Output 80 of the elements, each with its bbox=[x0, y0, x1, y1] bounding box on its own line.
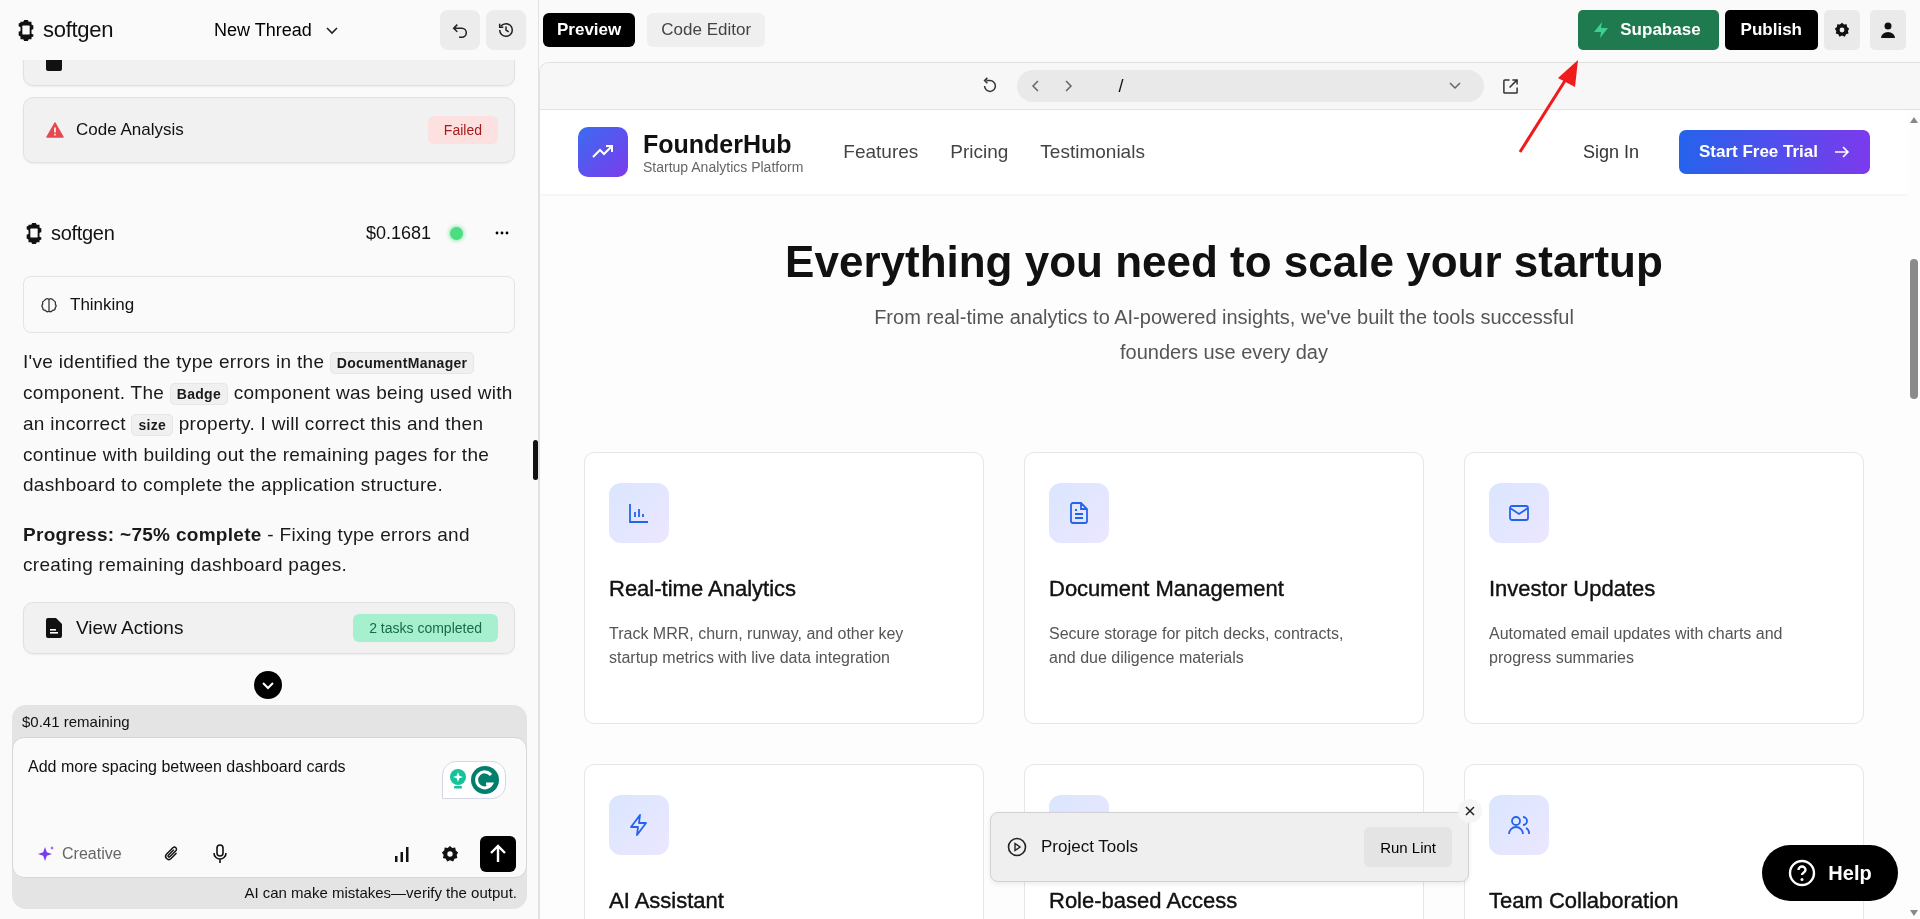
mode-button[interactable]: Creative bbox=[28, 840, 130, 868]
disclaimer-text: AI can make mistakes—verify the output. bbox=[243, 883, 518, 903]
lightbulb-icon bbox=[449, 768, 467, 792]
thinking-panel[interactable]: Thinking bbox=[23, 276, 515, 333]
play-icon bbox=[1007, 837, 1027, 857]
start-trial-button[interactable]: Start Free Trial bbox=[1678, 130, 1870, 174]
remaining-credit: $0.41 remaining bbox=[21, 712, 131, 732]
history-icon bbox=[497, 21, 515, 39]
undo-icon bbox=[451, 21, 469, 39]
feature-description: Secure storage for pitch decks, contracts, and due diligence materials bbox=[1049, 624, 1345, 668]
close-icon bbox=[1465, 806, 1475, 816]
cost-label: $0.1681 bbox=[365, 222, 431, 244]
grammar-logo-icon bbox=[471, 766, 499, 794]
microphone-icon bbox=[210, 844, 229, 864]
account-button[interactable] bbox=[1870, 10, 1906, 50]
prompt-input[interactable]: Add more spacing between dashboard cards bbox=[28, 758, 442, 776]
brain-icon bbox=[40, 295, 58, 314]
chevron-down-icon bbox=[1447, 81, 1462, 91]
scroll-down-button[interactable] bbox=[254, 671, 282, 699]
scrollbar-thumb[interactable] bbox=[533, 440, 538, 480]
author-name: softgen bbox=[51, 221, 115, 245]
help-button[interactable]: Help bbox=[1762, 845, 1898, 901]
feature-title: AI Assistant bbox=[609, 888, 725, 914]
scroll-up-icon[interactable] bbox=[1909, 116, 1919, 124]
actions-card[interactable]: View Actions 2 tasks completed bbox=[23, 602, 515, 654]
feature-title: Investor Updates bbox=[1489, 576, 1657, 602]
feature-description: Automated email updates with charts and progress summaries bbox=[1489, 624, 1784, 668]
address-bar[interactable]: / bbox=[1016, 70, 1484, 102]
settings-icon bbox=[1834, 22, 1850, 38]
hero-subheading: From real-time analytics to AI-powered insights, we've built the tools successful founders use every day bbox=[873, 305, 1575, 365]
sign-in-link[interactable]: Sign In bbox=[1582, 141, 1639, 163]
arrow-up-icon bbox=[489, 844, 507, 864]
feature-title: Team Collaboration bbox=[1489, 888, 1680, 914]
supabase-button[interactable]: Supabase bbox=[1578, 10, 1719, 50]
external-link-icon bbox=[1502, 77, 1519, 95]
site-logo-icon[interactable] bbox=[578, 127, 628, 177]
hero-heading: Everything you need to scale your startup bbox=[785, 236, 1663, 288]
bar-chart-icon bbox=[394, 846, 410, 862]
card-title: View Actions bbox=[76, 617, 185, 639]
analysis-card[interactable]: Code Analysis Failed bbox=[23, 97, 515, 163]
status-badge: 2 tasks completed bbox=[353, 614, 498, 642]
nav-link[interactable]: Features bbox=[843, 141, 919, 163]
history-button[interactable] bbox=[486, 10, 526, 50]
message-paragraph: I've identified the type errors in the DocumentManager component. The Badge component was being used with an incorrect size property. I will correct this and then continue with building out the remaining pages for the dashboard to complete the application structure. bbox=[23, 350, 514, 497]
panel-title: Project Tools bbox=[1041, 837, 1138, 857]
settings-icon bbox=[441, 845, 459, 863]
url-path: / bbox=[1118, 75, 1124, 97]
feature-title: Document Management bbox=[1049, 576, 1285, 602]
site-tagline: Startup Analytics Platform bbox=[643, 158, 804, 175]
feature-title: Role-based Access bbox=[1049, 888, 1239, 914]
lightning-icon bbox=[1592, 21, 1611, 39]
progress-paragraph: Progress: ~75% complete - Fixing type errors and creating remaining dashboard pages. bbox=[23, 523, 471, 577]
view-tab[interactable]: Preview bbox=[543, 13, 636, 47]
undo-button[interactable] bbox=[440, 10, 480, 50]
forward-icon bbox=[1062, 79, 1073, 93]
back-icon bbox=[1030, 79, 1041, 93]
publish-button[interactable]: Publish bbox=[1724, 10, 1818, 50]
warning-icon bbox=[46, 122, 64, 138]
arrow-right-icon bbox=[1834, 145, 1850, 159]
user-icon bbox=[1881, 22, 1895, 38]
help-icon bbox=[1788, 859, 1817, 887]
more-icon bbox=[495, 231, 509, 235]
send-button[interactable] bbox=[480, 836, 516, 872]
scrollbar-thumb[interactable] bbox=[1910, 259, 1918, 399]
nav-link[interactable]: Testimonials bbox=[1040, 141, 1145, 163]
view-tab[interactable]: Code Editor bbox=[647, 13, 766, 47]
card-title: Code Analysis bbox=[76, 120, 185, 140]
document-icon bbox=[46, 618, 62, 638]
site-brand-name: FounderHub bbox=[643, 129, 793, 159]
trend-up-icon bbox=[591, 144, 615, 160]
run-lint-button[interactable]: Run Lint bbox=[1364, 827, 1452, 867]
feature-description: Track MRR, churn, runway, and other key startup metrics with live data integration bbox=[609, 624, 905, 668]
nav-link[interactable]: Pricing bbox=[950, 141, 1009, 163]
scroll-down-icon[interactable] bbox=[1909, 909, 1919, 917]
feature-title: Real-time Analytics bbox=[609, 576, 798, 602]
writing-assistant-widget[interactable] bbox=[442, 761, 506, 799]
thread-selector[interactable]: New Thread bbox=[208, 15, 346, 45]
settings-button[interactable] bbox=[1824, 10, 1860, 50]
brand-name: softgen bbox=[43, 17, 114, 43]
status-badge: Failed bbox=[427, 116, 498, 144]
